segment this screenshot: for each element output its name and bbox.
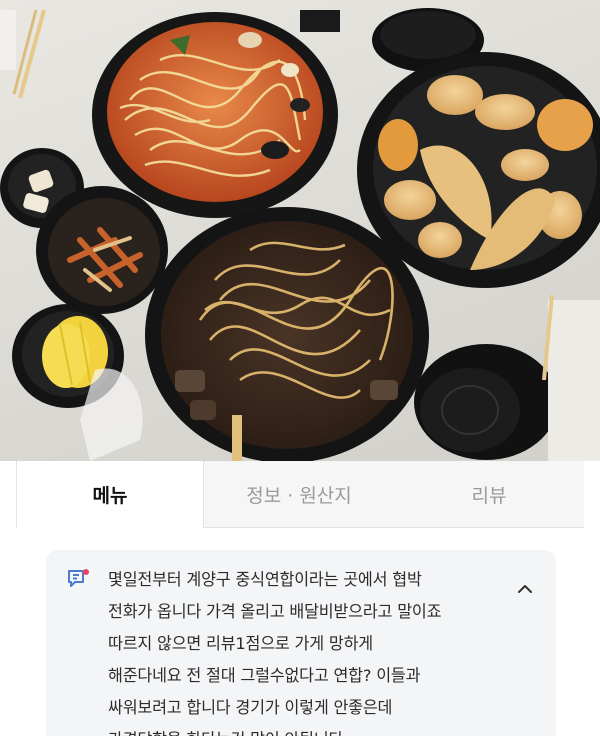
chat-notice-icon: [66, 568, 90, 590]
owner-notice-box: 몇일전부터 계양구 중식연합이라는 곳에서 협박 전화가 옵니다 가격 올리고 …: [46, 550, 556, 736]
store-tabs: 메뉴 정보 · 원산지 리뷰: [16, 461, 584, 528]
notice-line: 싸워보려고 합니다 경기가 이렇게 안좋은데: [108, 698, 393, 717]
notice-line: 몇일전부터 계양구 중식연합이라는 곳에서 협박: [108, 570, 422, 589]
chopsticks: [0, 9, 46, 99]
paper-packaging: [542, 294, 600, 461]
notice-text: 몇일전부터 계양구 중식연합이라는 곳에서 협박 전화가 옵니다 가격 올리고 …: [108, 564, 503, 736]
notice-line: 따르지 않으면 리뷰1점으로 가게 망하게: [108, 634, 373, 653]
food-photo[interactable]: [0, 0, 600, 461]
jjamppong-bowl: [92, 12, 338, 218]
kimchi-side-dish: [36, 186, 168, 314]
tab-menu[interactable]: 메뉴: [16, 461, 204, 528]
tab-menu-label: 메뉴: [92, 485, 128, 507]
tab-info-origin[interactable]: 정보 · 원산지: [204, 461, 394, 528]
tab-info-origin-label: 정보 · 원산지: [246, 484, 352, 507]
notice-line: 전화가 옵니다 가격 올리고 배달비받으라고 말이죠: [108, 602, 442, 621]
chevron-up-icon[interactable]: [512, 578, 538, 600]
food-photo-illustration: [0, 8, 600, 461]
notice-line: 해준다네요 전 절대 그럴수없다고 연합? 이들과: [108, 666, 421, 685]
container-lid: [414, 344, 558, 460]
notice-line: 가격담합을 한다는건 말이 안됩니다: [108, 724, 503, 736]
tab-reviews-label: 리뷰: [471, 484, 507, 507]
tab-reviews[interactable]: 리뷰: [394, 461, 584, 528]
